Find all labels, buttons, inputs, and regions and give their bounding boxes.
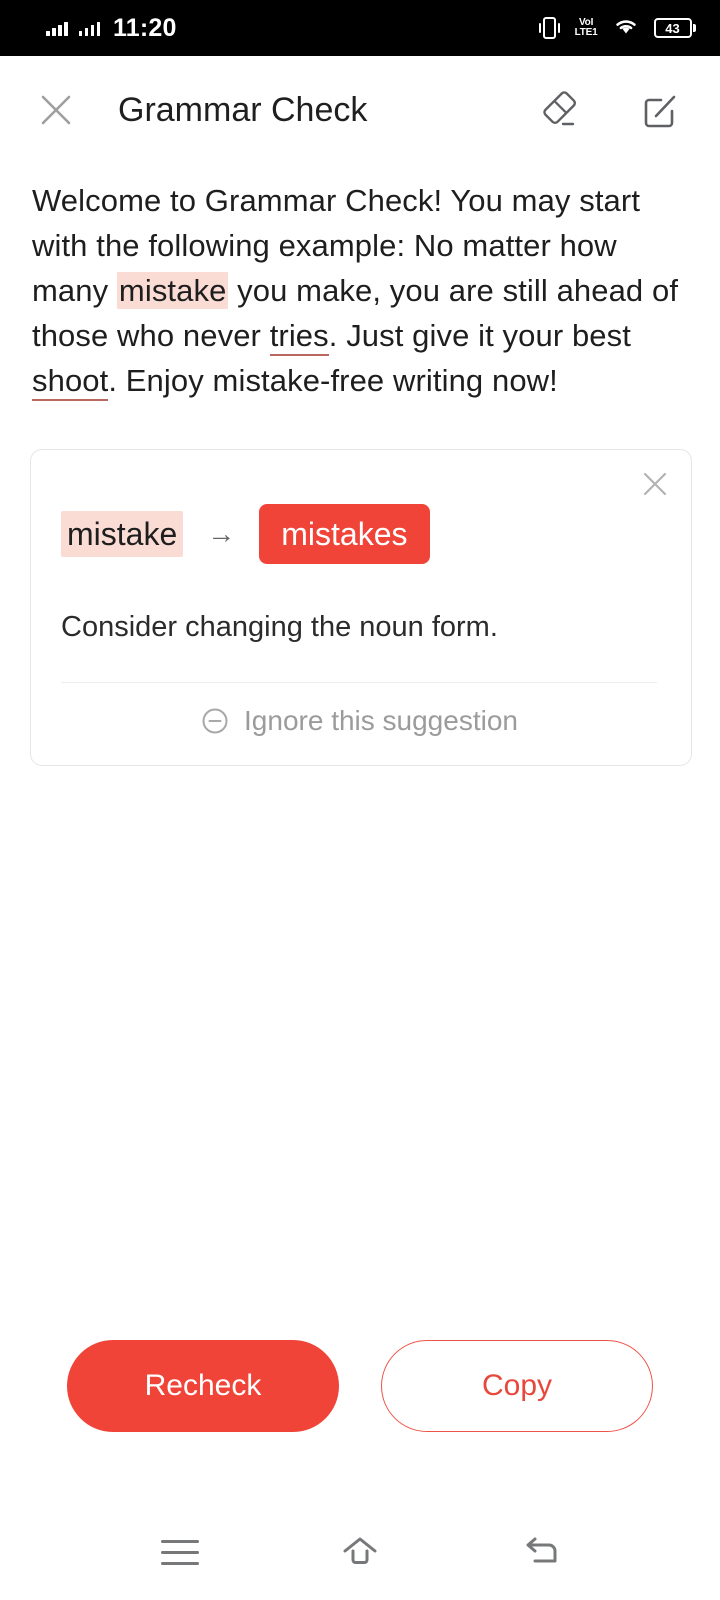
close-button[interactable]: [34, 88, 78, 132]
menu-icon: [161, 1539, 199, 1565]
volte-line-2: LTE1: [574, 27, 598, 38]
close-icon: [643, 472, 667, 496]
wifi-icon: [613, 16, 639, 41]
clear-text-button[interactable]: [536, 86, 584, 134]
text-segment: . Just give it your best: [328, 318, 631, 353]
back-arrow-icon: [526, 1537, 557, 1563]
original-word: mistake: [61, 511, 184, 557]
underlined-error-shoot[interactable]: shoot: [32, 363, 109, 401]
status-bar-clock: 11:20: [113, 13, 177, 42]
suggestion-explanation: Consider changing the noun form.: [61, 611, 498, 643]
dismiss-suggestion-button[interactable]: [635, 464, 675, 504]
ignore-suggestion-button[interactable]: Ignore this suggestion: [61, 683, 657, 739]
ignore-suggestion-label: Ignore this suggestion: [244, 705, 518, 736]
signal-bars-icon-2: [78, 20, 100, 36]
status-bar-left: 11:20: [46, 13, 177, 42]
text-segment: . Enjoy mistake-free writing now!: [108, 363, 558, 398]
document-area[interactable]: Welcome to Grammar Check! You may start …: [0, 164, 720, 403]
vibrate-icon: [538, 17, 560, 39]
recents-button[interactable]: [143, 1521, 217, 1583]
close-icon: [41, 95, 71, 125]
system-nav-bar: [0, 1504, 720, 1600]
app-header: Grammar Check: [0, 56, 720, 164]
header-actions: [536, 86, 684, 134]
page-title: Grammar Check: [118, 90, 368, 129]
footer-actions: Recheck Copy: [0, 1340, 720, 1432]
app-screen: 11:20 VoI LTE1 43 Grammar Check Welcome …: [0, 0, 720, 1600]
recheck-button[interactable]: Recheck: [67, 1340, 339, 1432]
suggestion-card[interactable]: mistake → mistakes Consider changing the…: [30, 449, 692, 766]
compose-button[interactable]: [636, 86, 684, 134]
minus-circle-icon: [202, 708, 228, 734]
status-bar-right: VoI LTE1 43: [538, 16, 696, 41]
compose-icon: [644, 95, 676, 128]
document-text[interactable]: Welcome to Grammar Check! You may start …: [32, 178, 690, 403]
home-icon: [343, 1537, 377, 1564]
back-button[interactable]: [503, 1521, 577, 1583]
volte-icon: VoI LTE1: [575, 18, 598, 38]
eraser-icon: [543, 91, 577, 126]
highlighted-error-mistake[interactable]: mistake: [116, 272, 229, 309]
battery-icon: 43: [653, 18, 696, 38]
underlined-error-tries[interactable]: tries: [269, 318, 329, 356]
status-bar: 11:20 VoI LTE1 43: [0, 0, 720, 56]
suggestion-row: mistake → mistakes: [61, 504, 657, 564]
signal-bars-icon: [46, 20, 68, 36]
copy-button[interactable]: Copy: [381, 1340, 653, 1432]
arrow-right-icon: →: [207, 518, 236, 549]
home-button[interactable]: [323, 1521, 397, 1583]
suggestion-list: mistake → mistakes Consider changing the…: [0, 403, 720, 766]
battery-level-label: 43: [665, 20, 680, 36]
apply-replacement-button[interactable]: mistakes: [259, 504, 430, 564]
